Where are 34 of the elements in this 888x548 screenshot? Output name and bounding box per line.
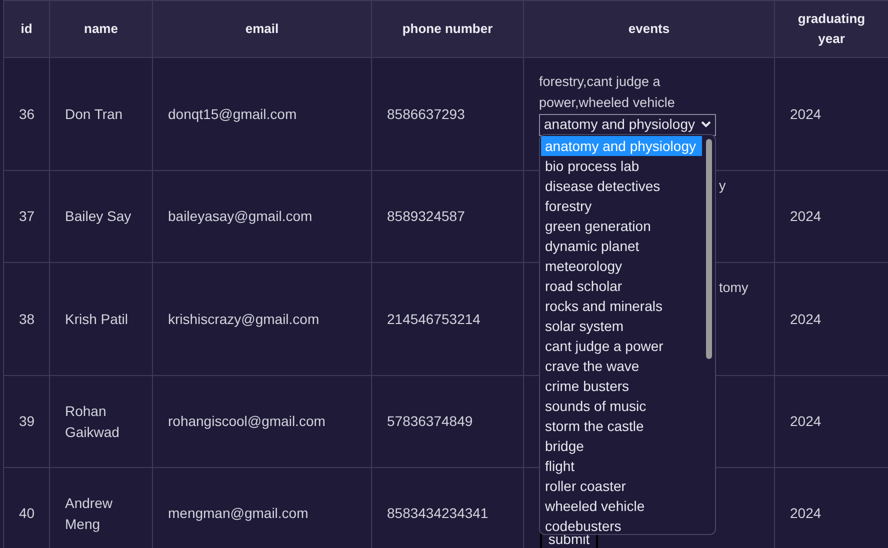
id-cell: 38 — [19, 310, 35, 326]
phone-cell: 8586637293 — [387, 106, 465, 122]
id-cell: 37 — [19, 208, 35, 224]
id-cell: 36 — [19, 106, 35, 122]
events-text: forestry,cant judge a power,wheeled vehicle — [539, 72, 676, 112]
id-cell: 39 — [19, 413, 35, 429]
id-cell: 40 — [19, 505, 35, 521]
phone-cell: 57836374849 — [387, 413, 473, 429]
email-cell: krishiscrazy@gmail.com — [168, 310, 320, 326]
year-cell: 2024 — [790, 106, 822, 122]
email-cell: mengman@gmail.com — [168, 505, 308, 521]
year-cell: 2024 — [790, 413, 822, 429]
name-cell: Bailey Say — [65, 208, 132, 224]
name-cell: Rohan Gaikwad — [65, 402, 120, 440]
phone-cell: 8583434234341 — [387, 505, 488, 521]
column-header: phone number — [402, 20, 493, 38]
name-cell: Krish Patil — [65, 310, 128, 326]
column-header: graduating year — [796, 10, 866, 48]
column-header: events — [628, 20, 670, 38]
email-cell: baileyasay@gmail.com — [168, 208, 312, 224]
name-cell: Andrew Meng — [65, 494, 112, 532]
events-text: tomy — [719, 279, 748, 297]
year-cell: 2024 — [790, 208, 822, 224]
column-header: id — [20, 20, 32, 38]
phone-cell: 8589324587 — [387, 208, 465, 224]
column-header: email — [245, 20, 279, 38]
phone-cell: 214546753214 — [387, 310, 480, 326]
email-cell: donqt15@gmail.com — [168, 106, 297, 122]
events-text: y — [719, 176, 726, 195]
column-header: name — [84, 20, 118, 38]
year-cell: 2024 — [790, 310, 822, 326]
year-cell: 2024 — [790, 505, 822, 521]
name-cell: Don Tran — [65, 106, 123, 122]
email-cell: rohangiscool@gmail.com — [168, 413, 326, 429]
